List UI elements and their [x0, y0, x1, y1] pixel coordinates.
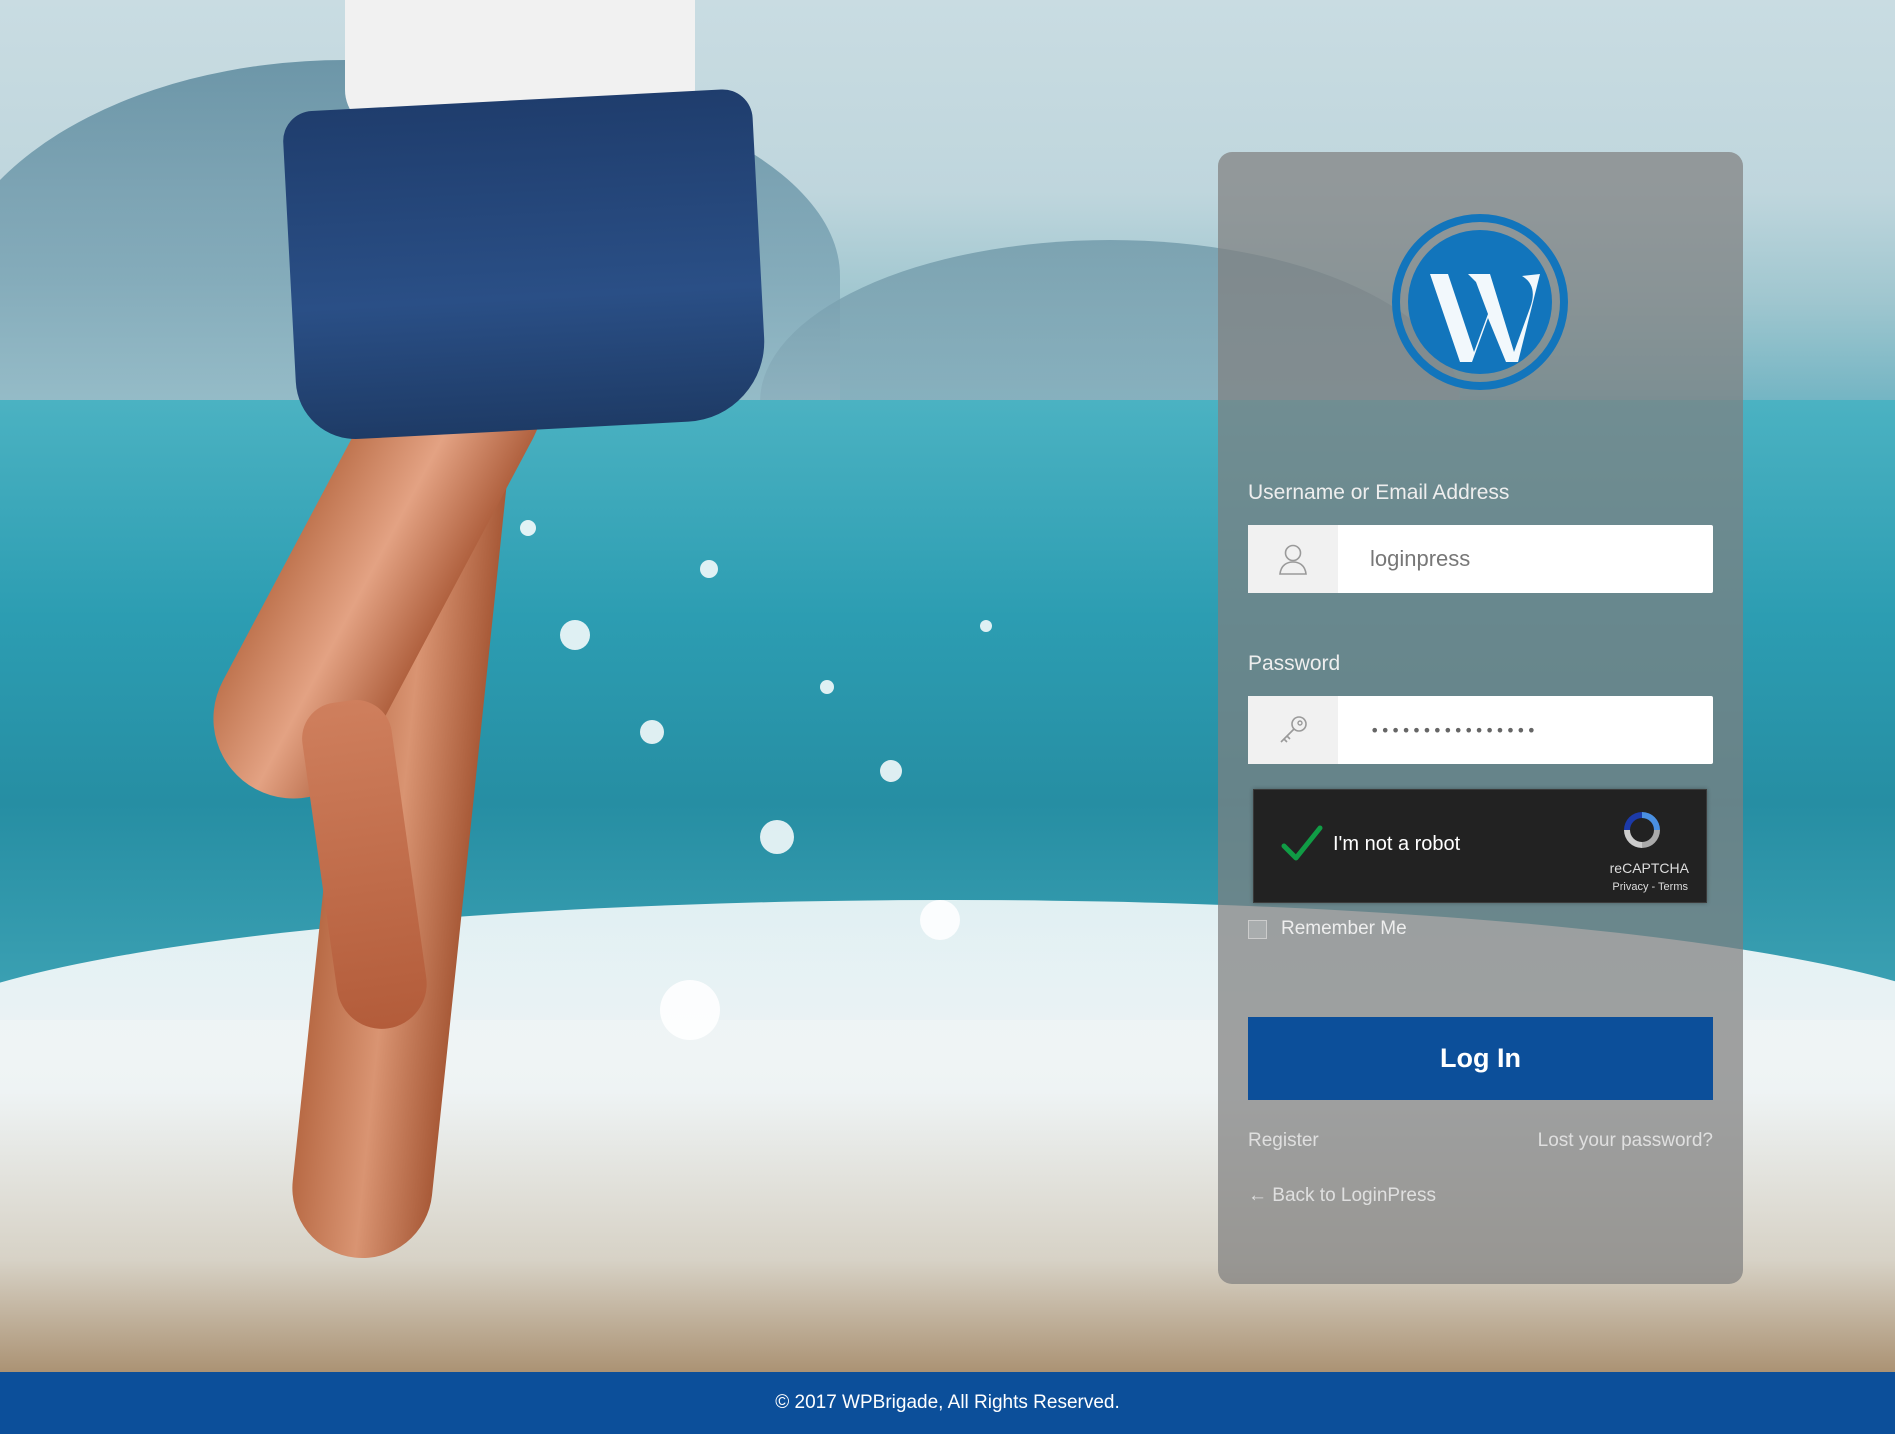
key-icon	[1248, 696, 1338, 764]
recaptcha-privacy-terms[interactable]: Privacy - Terms	[1254, 881, 1706, 893]
username-label: Username or Email Address	[1248, 481, 1510, 504]
remember-me[interactable]: Remember Me	[1248, 918, 1407, 940]
remember-checkbox[interactable]	[1248, 919, 1267, 939]
register-link[interactable]: Register	[1248, 1130, 1319, 1152]
password-input[interactable]: ••••••••••••••••	[1338, 721, 1537, 740]
remember-label: Remember Me	[1281, 918, 1407, 939]
recaptcha-logo-icon	[1624, 812, 1660, 848]
username-field[interactable]: loginpress	[1248, 525, 1713, 593]
password-field[interactable]: ••••••••••••••••	[1248, 696, 1713, 764]
login-button[interactable]: Log In	[1248, 1017, 1713, 1100]
lost-password-link[interactable]: Lost your password?	[1538, 1130, 1713, 1152]
recaptcha-label: I'm not a robot	[1333, 833, 1461, 855]
recaptcha-widget: I'm not a robot reCAPTCHA Privacy - Term…	[1253, 789, 1707, 903]
username-input[interactable]: loginpress	[1338, 546, 1470, 572]
recaptcha-brand: reCAPTCHA	[1609, 860, 1689, 876]
copyright-text: © 2017 WPBrigade, All Rights Reserved.	[775, 1392, 1120, 1413]
back-to-loginpress-link[interactable]: ← Back to LoginPress	[1248, 1185, 1436, 1207]
password-label: Password	[1248, 652, 1341, 675]
footer-bar: © 2017 WPBrigade, All Rights Reserved.	[0, 1372, 1895, 1434]
user-icon	[1248, 525, 1338, 593]
wordpress-logo-icon	[1392, 214, 1568, 390]
